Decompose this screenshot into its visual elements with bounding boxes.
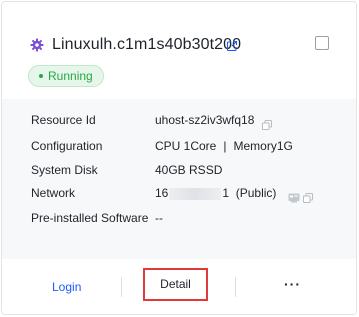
resource-id-value: uhost-sz2iv3wfq18 xyxy=(155,110,273,130)
network-ip-redacted xyxy=(169,187,222,200)
instance-card: Linuxulh.c1m1s40b30t200 Running Resource… xyxy=(1,1,357,315)
network-ip-prefix: 16 xyxy=(155,186,169,200)
resource-id-row: Resource Id uhost-sz2iv3wfq18 xyxy=(2,110,356,130)
configuration-value: CPU 1Core | Memory1G xyxy=(155,136,293,156)
gear-icon xyxy=(30,38,44,52)
network-interface-icon[interactable] xyxy=(288,189,300,203)
preinstalled-software-value: -- xyxy=(155,211,163,225)
copy-network-icon[interactable] xyxy=(303,189,314,203)
footer-divider xyxy=(121,277,122,297)
network-value: 16 1 (Public) xyxy=(155,183,314,203)
resource-id-text: uhost-sz2iv3wfq18 xyxy=(155,113,255,127)
resource-id-label: Resource Id xyxy=(31,113,96,127)
network-type: (Public) xyxy=(235,186,277,200)
network-row: Network 16 1 (Public) xyxy=(2,183,356,203)
card-actions: Login Detail ··· xyxy=(2,259,356,314)
configuration-separator: | xyxy=(223,139,227,153)
instance-name: Linuxulh.c1m1s40b30t200 xyxy=(52,36,242,53)
preinstalled-software-row: Pre-installed Software -- xyxy=(2,208,356,228)
card-details: Resource Id uhost-sz2iv3wfq18 Configurat… xyxy=(2,99,356,259)
copy-icon[interactable] xyxy=(262,116,273,130)
system-disk-value: 40GB RSSD xyxy=(155,163,223,177)
network-label: Network xyxy=(31,186,76,200)
external-link-icon[interactable] xyxy=(226,39,238,52)
configuration-label: Configuration xyxy=(31,139,103,153)
configuration-memory: Memory1G xyxy=(233,139,293,153)
preinstalled-software-label: Pre-installed Software xyxy=(31,211,149,225)
system-disk-row: System Disk 40GB RSSD xyxy=(2,160,356,180)
login-button[interactable]: Login xyxy=(52,278,81,296)
system-disk-label: System Disk xyxy=(31,163,98,177)
status-text: Running xyxy=(48,69,93,83)
status-dot-icon xyxy=(39,73,43,78)
footer-divider xyxy=(235,277,236,297)
detail-button[interactable]: Detail xyxy=(143,268,208,301)
status-badge: Running xyxy=(28,65,104,87)
card-header: Linuxulh.c1m1s40b30t200 Running xyxy=(2,2,356,99)
network-ip-suffix: 1 xyxy=(222,186,230,200)
configuration-row: Configuration CPU 1Core | Memory1G xyxy=(2,136,356,156)
configuration-cpu: CPU 1Core xyxy=(155,139,217,153)
more-actions-button[interactable]: ··· xyxy=(284,276,301,292)
select-checkbox[interactable] xyxy=(315,36,329,50)
